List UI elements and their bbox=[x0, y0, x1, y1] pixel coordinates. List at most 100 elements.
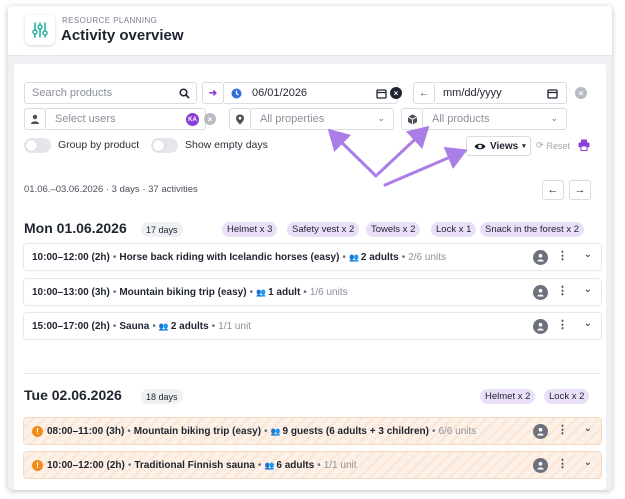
chevron-down-icon[interactable]: ⌄ bbox=[584, 318, 592, 329]
people-icon: 👥 bbox=[348, 252, 359, 262]
show-empty-days-toggle[interactable] bbox=[151, 138, 178, 153]
equipment-tag: Towels x 2 bbox=[366, 222, 421, 237]
show-empty-days-label: Show empty days bbox=[185, 139, 268, 151]
chevron-down-icon: ⌄ bbox=[377, 113, 385, 123]
avatar-icon[interactable] bbox=[533, 285, 548, 300]
warning-icon: ! bbox=[32, 459, 43, 471]
activity-people: 1 adult bbox=[268, 286, 301, 298]
group-by-product-label: Group by product bbox=[58, 139, 140, 151]
kebab-menu-icon[interactable]: ⋮ bbox=[557, 457, 568, 470]
print-icon[interactable] bbox=[578, 139, 590, 151]
activity-units: 1/1 unit bbox=[323, 459, 357, 471]
chevron-down-icon[interactable]: ⌄ bbox=[584, 284, 592, 295]
kebab-menu-icon[interactable]: ⋮ bbox=[557, 318, 568, 331]
activity-units: 1/6 units bbox=[309, 286, 348, 298]
app-window: RESOURCE PLANNING Activity overview Sear… bbox=[8, 6, 612, 490]
activity-row-warning[interactable]: ! 10:00–12:00 (2h) • Traditional Finnish… bbox=[24, 452, 601, 478]
avatar-icon[interactable] bbox=[533, 424, 548, 439]
users-icon-box bbox=[24, 108, 46, 130]
search-placeholder: Search products bbox=[32, 87, 113, 99]
app-logo bbox=[25, 15, 55, 45]
equipment-tag: Lock x 1 bbox=[431, 222, 477, 237]
activity-time: 10:00–13:00 (3h) bbox=[32, 286, 110, 298]
activity-units: 1/1 unit bbox=[218, 320, 251, 332]
clock-icon bbox=[231, 88, 242, 99]
clear-icon: × bbox=[393, 88, 399, 98]
chevron-down-icon[interactable]: ⌄ bbox=[584, 457, 592, 468]
activity-row-warning[interactable]: ! 08:00–11:00 (3h) • Mountain biking tri… bbox=[24, 418, 601, 444]
next-period-button[interactable]: → bbox=[569, 180, 591, 200]
people-icon: 👥 bbox=[158, 321, 169, 331]
clear-date-to-button[interactable]: × bbox=[575, 87, 587, 99]
search-input[interactable]: Search products bbox=[24, 82, 197, 104]
date-from-field[interactable]: 06/01/2026 bbox=[224, 82, 398, 104]
activity-units: 6/6 units bbox=[438, 425, 477, 437]
logo-sliders-icon bbox=[32, 22, 48, 38]
clear-icon: × bbox=[207, 114, 213, 124]
properties-value: All properties bbox=[260, 113, 325, 125]
user-icon bbox=[31, 114, 39, 124]
activity-people: 2 adults bbox=[360, 251, 399, 263]
equipment-tag: Snack in the forest x 2 bbox=[480, 222, 584, 237]
people-icon: 👥 bbox=[270, 426, 281, 436]
page-eyebrow: RESOURCE PLANNING bbox=[62, 16, 158, 25]
views-button[interactable]: Views ▾ bbox=[466, 136, 531, 156]
activity-name: Horse back riding with Icelandic horses … bbox=[119, 251, 340, 263]
day-heading: Mon 01.06.2026 bbox=[24, 220, 127, 236]
equipment-tag: Helmet x 2 bbox=[480, 389, 536, 404]
group-by-product-toggle[interactable] bbox=[24, 138, 51, 153]
reset-icon: ⟳ bbox=[536, 140, 544, 150]
calendar-icon[interactable] bbox=[547, 88, 558, 99]
date-prev-button[interactable]: ← bbox=[413, 82, 435, 104]
activity-people: 2 adults bbox=[170, 320, 209, 332]
activity-time: 08:00–11:00 (3h) bbox=[47, 425, 125, 437]
activity-row[interactable]: 10:00–12:00 (2h) • Horse back riding wit… bbox=[24, 244, 601, 270]
day-count-badge: 17 days bbox=[141, 222, 183, 237]
activity-name: Traditional Finnish sauna bbox=[134, 459, 255, 471]
views-label: Views bbox=[490, 140, 519, 152]
date-from-value: 06/01/2026 bbox=[252, 87, 308, 99]
clear-users-button[interactable]: × bbox=[204, 113, 216, 125]
products-value: All products bbox=[432, 113, 490, 125]
property-icon-box bbox=[229, 108, 251, 130]
chevron-down-icon[interactable]: ⌄ bbox=[584, 249, 592, 260]
properties-select[interactable]: All properties ⌄ bbox=[251, 108, 394, 130]
day-divider bbox=[24, 373, 601, 374]
activity-row[interactable]: 15:00–17:00 (2h) • Sauna • 👥 2 adults • … bbox=[24, 313, 601, 339]
kebab-menu-icon[interactable]: ⋮ bbox=[557, 249, 568, 262]
kebab-menu-icon[interactable]: ⋮ bbox=[557, 423, 568, 436]
arrow-right-icon: → bbox=[574, 184, 586, 196]
activity-time: 10:00–12:00 (2h) bbox=[32, 251, 110, 263]
chevron-down-icon[interactable]: ⌄ bbox=[584, 423, 592, 434]
activity-time: 15:00–17:00 (2h) bbox=[32, 320, 110, 332]
box-icon bbox=[407, 114, 417, 124]
calendar-icon[interactable] bbox=[376, 88, 387, 99]
activity-time: 10:00–12:00 (2h) bbox=[47, 459, 125, 471]
arrow-left-icon: ← bbox=[419, 87, 429, 99]
avatar-icon[interactable] bbox=[533, 250, 548, 265]
date-to-field[interactable]: mm/dd/yyyy bbox=[435, 82, 567, 104]
users-select[interactable]: Select users KA bbox=[46, 108, 206, 130]
warning-icon: ! bbox=[32, 425, 43, 437]
products-select[interactable]: All products ⌄ bbox=[423, 108, 567, 130]
reset-button[interactable]: ⟳ Reset bbox=[536, 140, 570, 151]
date-next-button[interactable]: ➜ bbox=[202, 82, 224, 104]
eye-icon bbox=[474, 143, 486, 149]
search-icon[interactable] bbox=[179, 88, 190, 99]
avatar-icon[interactable] bbox=[533, 458, 548, 473]
clear-date-from-button[interactable]: × bbox=[390, 87, 402, 99]
location-pin-icon bbox=[236, 114, 244, 124]
kebab-menu-icon[interactable]: ⋮ bbox=[557, 284, 568, 297]
product-icon-box bbox=[401, 108, 423, 130]
arrow-right-icon: ➜ bbox=[208, 87, 218, 99]
user-avatar-badge[interactable]: KA bbox=[186, 113, 199, 126]
prev-period-button[interactable]: ← bbox=[542, 180, 564, 200]
equipment-tag: Helmet x 3 bbox=[222, 222, 278, 237]
top-bar: RESOURCE PLANNING Activity overview bbox=[8, 6, 612, 56]
equipment-tag: Safety vest x 2 bbox=[287, 222, 360, 237]
chevron-down-icon: ▾ bbox=[522, 143, 526, 150]
people-icon: 👥 bbox=[256, 287, 267, 297]
activity-units: 2/6 units bbox=[408, 251, 447, 263]
activity-row[interactable]: 10:00–13:00 (3h) • Mountain biking trip … bbox=[24, 279, 601, 305]
avatar-icon[interactable] bbox=[533, 319, 548, 334]
